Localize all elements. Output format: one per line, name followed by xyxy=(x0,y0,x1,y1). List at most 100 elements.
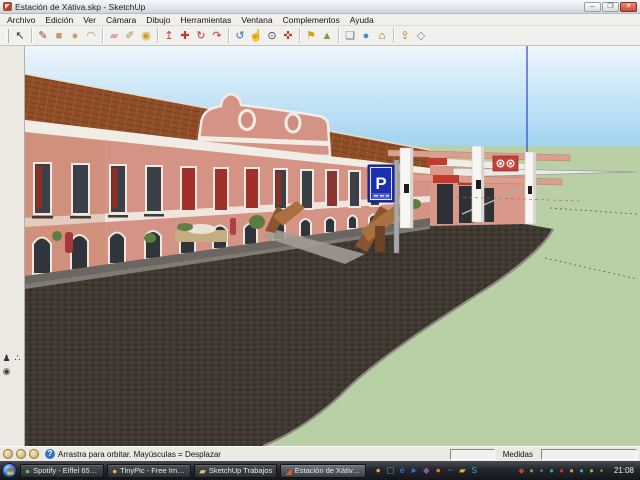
start-button[interactable] xyxy=(2,463,17,478)
menu-ventana[interactable]: Ventana xyxy=(236,15,277,25)
zoom-icon[interactable]: ⊙ xyxy=(264,28,280,44)
taskbar-button-label: TinyPic - Free Image H... xyxy=(120,466,186,475)
measure-value-field[interactable] xyxy=(541,449,637,460)
help-icon[interactable]: ? xyxy=(45,449,55,459)
tray-icon-1-icon[interactable]: ◆ xyxy=(517,465,526,476)
folder-icon[interactable]: ▰ xyxy=(457,464,468,477)
measure-label: Medidas xyxy=(498,450,538,459)
toolbar-grip[interactable] xyxy=(6,29,9,43)
rectangle-icon[interactable]: ■ xyxy=(51,28,67,44)
app-z-icon[interactable]: ◆ xyxy=(421,464,432,477)
tray-icon-9-icon[interactable]: ▪ xyxy=(597,465,606,476)
position-camera-icon[interactable]: ♟ xyxy=(1,352,12,365)
push-pull-icon[interactable]: ↥ xyxy=(161,28,177,44)
move-icon[interactable]: ✚ xyxy=(177,28,193,44)
menu-bar: ArchivoEdiciónVerCámaraDibujoHerramienta… xyxy=(0,14,640,26)
taskbar-button-tinypic-chrome[interactable]: ●TinyPic - Free Image H... xyxy=(107,464,191,478)
beam-sign-red xyxy=(433,175,459,183)
toolbar-separator xyxy=(102,28,103,43)
menu-dibujo[interactable]: Dibujo xyxy=(141,15,175,25)
messenger-icon[interactable]: ~ xyxy=(445,464,456,477)
media-player-icon[interactable]: ► xyxy=(409,464,420,477)
offset-icon[interactable]: ↷ xyxy=(209,28,225,44)
menu-ver[interactable]: Ver xyxy=(78,15,101,25)
taskbar-button-label: Estación de Xátiva.skp... xyxy=(295,466,361,475)
menu-archivo[interactable]: Archivo xyxy=(2,15,40,25)
3d-viewport[interactable]: P xyxy=(25,46,640,446)
status-bar: ? Arrastra para orbitar. Mayúsculas = De… xyxy=(0,446,640,461)
chrome-icon[interactable]: ● xyxy=(373,464,384,477)
window-controls: – ❐ ✕ xyxy=(584,2,637,12)
quick-launch: ●▢e►◆●~▰S xyxy=(373,464,480,477)
taskbar-button-sketchup-trabajos-folder[interactable]: ▰SketchUp Trabajos xyxy=(194,464,277,478)
rotate-icon[interactable]: ↻ xyxy=(193,28,209,44)
line-icon[interactable]: ✎ xyxy=(35,28,51,44)
tray-icon-3-icon[interactable]: ▪ xyxy=(537,465,546,476)
paint-bucket-icon[interactable]: ◉ xyxy=(138,28,154,44)
firefox-icon[interactable]: ● xyxy=(433,464,444,477)
medallion-icon-2[interactable] xyxy=(16,449,26,459)
get-models-icon[interactable]: ⌂ xyxy=(374,28,390,44)
toggle-terrain-icon[interactable]: ▲ xyxy=(319,28,335,44)
zoom-extents-icon[interactable]: ✜ xyxy=(280,28,296,44)
close-button[interactable]: ✕ xyxy=(620,2,637,12)
menu-ayuda[interactable]: Ayuda xyxy=(345,15,379,25)
medallion-icon-1[interactable] xyxy=(3,449,13,459)
tray-icon-4-icon[interactable]: ● xyxy=(547,465,556,476)
taskbar-buttons: ●Spotify - Eiffel 65 – W...●TinyPic - Fr… xyxy=(20,464,366,478)
menu-herramientas[interactable]: Herramientas xyxy=(175,15,236,25)
select-icon[interactable]: ↖ xyxy=(12,28,28,44)
share-model-icon[interactable]: ⇪ xyxy=(397,28,413,44)
toolbar-separator xyxy=(228,28,229,43)
windows-logo-icon xyxy=(7,468,14,475)
window-title: Estación de Xátiva.skp - SketchUp xyxy=(15,2,145,12)
photo-textures-icon[interactable]: ❏ xyxy=(342,28,358,44)
tray-icon-6-icon[interactable]: ● xyxy=(567,465,576,476)
menu-edicion[interactable]: Edición xyxy=(40,15,78,25)
tray-icon-7-icon[interactable]: ● xyxy=(577,465,586,476)
sketchup-app-icon xyxy=(3,2,12,11)
status-hint: Arrastra para orbitar. Mayúsculas = Desp… xyxy=(58,450,447,459)
taskbar: ●Spotify - Eiffel 65 – W...●TinyPic - Fr… xyxy=(0,461,640,480)
taskbar-button-estacion-sketchup[interactable]: ◢Estación de Xátiva.skp... xyxy=(280,464,366,478)
oculus-right xyxy=(286,114,300,132)
taskbar-button-spotify[interactable]: ●Spotify - Eiffel 65 – W... xyxy=(20,464,104,478)
oculus-left xyxy=(240,111,255,130)
internet-explorer-icon[interactable]: e xyxy=(397,464,408,477)
look-around-icon[interactable]: ◉ xyxy=(1,365,12,378)
component-icon[interactable]: ◇ xyxy=(413,28,429,44)
status-empty-field xyxy=(450,449,495,460)
sketchup-window: Estación de Xátiva.skp - SketchUp – ❐ ✕ … xyxy=(0,0,640,480)
main-toolbar: ↖✎■●◠▰✐◉↥✚↻↷↺☝⊙✜⚑▲❏●⌂⇪◇ xyxy=(0,26,640,46)
medallion-icon-3[interactable] xyxy=(29,449,39,459)
tray-icon-8-icon[interactable]: ● xyxy=(587,465,596,476)
menu-complementos[interactable]: Complementos xyxy=(278,15,345,25)
pan-icon[interactable]: ☝ xyxy=(248,28,264,44)
taskbar-clock: 21:08 xyxy=(614,466,634,475)
sketchup-trabajos-folder-icon: ▰ xyxy=(199,465,206,477)
orbit-icon[interactable]: ↺ xyxy=(232,28,248,44)
camera-tools: ♟∴◉ xyxy=(1,352,24,378)
tray-icon-2-icon[interactable]: ● xyxy=(527,465,536,476)
walk-icon[interactable]: ∴ xyxy=(12,352,23,365)
taskbar-button-label: SketchUp Trabajos xyxy=(209,466,272,475)
menu-camara[interactable]: Cámara xyxy=(101,15,141,25)
eraser-icon[interactable]: ▰ xyxy=(106,28,122,44)
tinypic-chrome-icon: ● xyxy=(112,465,117,477)
remote-desktop-icon[interactable]: ▢ xyxy=(385,464,396,477)
tape-measure-icon[interactable]: ✐ xyxy=(122,28,138,44)
system-tray: ◆●▪●●●●●▪ xyxy=(517,465,606,476)
toolbar-separator xyxy=(299,28,300,43)
model-scene[interactable]: P xyxy=(25,46,640,446)
toolbar-icons: ↖✎■●◠▰✐◉↥✚↻↷↺☝⊙✜⚑▲❏●⌂⇪◇ xyxy=(12,28,429,44)
skype-icon[interactable]: S xyxy=(469,464,480,477)
circle-icon[interactable]: ● xyxy=(67,28,83,44)
maximize-button[interactable]: ❐ xyxy=(602,2,619,12)
add-location-icon[interactable]: ⚑ xyxy=(303,28,319,44)
arc-icon[interactable]: ◠ xyxy=(83,28,99,44)
parking-sign-label: P xyxy=(375,174,386,193)
toolbar-separator xyxy=(393,28,394,43)
google-earth-icon[interactable]: ● xyxy=(358,28,374,44)
tray-icon-5-icon[interactable]: ● xyxy=(557,465,566,476)
minimize-button[interactable]: – xyxy=(584,2,601,12)
